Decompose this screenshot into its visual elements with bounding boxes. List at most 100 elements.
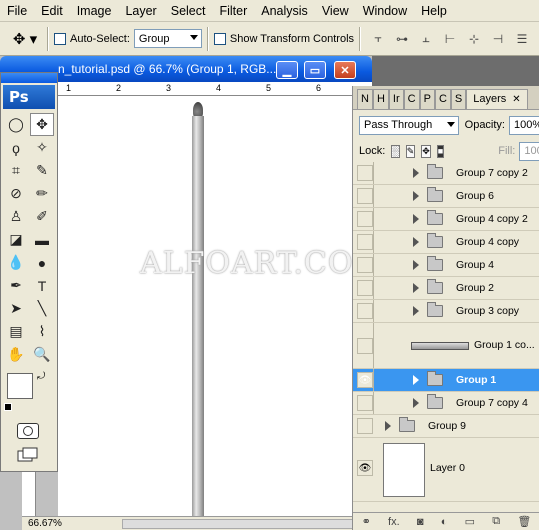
fill-input[interactable]: 100% [519, 141, 539, 161]
layer-row[interactable]: 👁 Layer 0 [353, 438, 539, 502]
move-tool-icon[interactable]: ✥ [30, 113, 54, 136]
visibility-toggle[interactable] [357, 303, 373, 319]
marquee-tool-icon[interactable]: ◯ [4, 113, 28, 136]
eye-icon[interactable]: 👁 [357, 460, 373, 476]
lock-all-icon[interactable]: ■ [436, 144, 445, 158]
menu-image[interactable]: Image [70, 0, 119, 22]
layer-row-selected[interactable]: 👁 Group 1 [353, 369, 539, 392]
show-transform-checkbox[interactable] [213, 32, 226, 45]
opacity-input[interactable]: 100% [509, 115, 539, 135]
pen-tool-icon[interactable]: ✒ [4, 274, 28, 297]
auto-select-checkbox[interactable] [54, 32, 66, 45]
visibility-toggle[interactable] [357, 257, 373, 273]
align-left-icon[interactable]: ⊢ [440, 29, 460, 49]
line-tool-icon[interactable]: ╲ [30, 297, 54, 320]
expand-triangle-icon[interactable] [413, 191, 419, 201]
new-layer-icon[interactable]: ⧉ [492, 515, 500, 528]
layer-row[interactable]: Group 4 copy [353, 231, 539, 254]
layer-row[interactable]: Group 9 [353, 415, 539, 438]
visibility-toggle[interactable] [357, 165, 373, 181]
type-tool-icon[interactable]: T [30, 274, 54, 297]
layer-row[interactable]: Group 4 [353, 254, 539, 277]
zoom-level[interactable]: 66.67% [28, 518, 62, 529]
align-hcenter-icon[interactable]: ⊹ [464, 29, 484, 49]
maximize-button[interactable]: ▭ [304, 61, 326, 79]
layer-row[interactable]: Group 7 copy 4 [353, 392, 539, 415]
lasso-tool-icon[interactable]: ϙ [4, 136, 28, 159]
tab-color[interactable]: C [403, 89, 420, 109]
visibility-toggle[interactable] [357, 188, 373, 204]
align-top-icon[interactable]: ⫟ [368, 29, 388, 49]
align-right-icon[interactable]: ⊣ [488, 29, 508, 49]
quick-mask-icon[interactable] [17, 423, 39, 439]
layer-row[interactable]: Group 4 copy 2 [353, 208, 539, 231]
tab-histogram[interactable]: H [372, 89, 389, 109]
tab-info[interactable]: Ir [388, 89, 404, 109]
menu-analysis[interactable]: Analysis [254, 0, 315, 22]
history-brush-icon[interactable]: ✐ [30, 205, 54, 228]
expand-triangle-icon[interactable] [413, 237, 419, 247]
eyedropper-icon[interactable]: ⌇ [30, 320, 54, 343]
clone-stamp-icon[interactable]: ♙ [4, 205, 28, 228]
move-tool-preset-icon[interactable]: ✥ ▾ [8, 26, 42, 52]
lock-transparent-icon[interactable]: ░ [391, 144, 400, 158]
adjustment-layer-icon[interactable]: ◐ [441, 516, 448, 528]
blur-tool-icon[interactable]: 💧 [4, 251, 28, 274]
blend-mode-dropdown[interactable]: Pass Through [359, 115, 459, 135]
toolbox-header[interactable] [1, 73, 57, 83]
menu-file[interactable]: File [0, 0, 34, 22]
swap-colors-icon[interactable]: ⤾ [37, 371, 45, 382]
gradient-tool-icon[interactable]: ▬ [30, 228, 54, 251]
link-layers-icon[interactable]: ⚭ [362, 515, 371, 528]
expand-triangle-icon[interactable] [413, 260, 419, 270]
magic-wand-icon[interactable]: ✧ [30, 136, 54, 159]
align-vcenter-icon[interactable]: ⊶ [392, 29, 412, 49]
visibility-toggle[interactable] [357, 395, 373, 411]
trash-icon[interactable]: 🗑 [517, 515, 531, 528]
notes-tool-icon[interactable]: ▤ [4, 320, 28, 343]
expand-triangle-icon[interactable] [413, 375, 419, 385]
layer-row[interactable]: Group 7 copy 2 [353, 162, 539, 185]
crop-tool-icon[interactable]: ⌗ [4, 159, 28, 182]
align-bottom-icon[interactable]: ⫠ [416, 29, 436, 49]
menu-filter[interactable]: Filter [212, 0, 254, 22]
menu-edit[interactable]: Edit [34, 0, 70, 22]
healing-brush-icon[interactable]: ⊘ [4, 182, 28, 205]
auto-select-dropdown[interactable]: Group [133, 29, 202, 48]
visibility-toggle[interactable] [357, 280, 373, 296]
dodge-tool-icon[interactable]: ● [30, 251, 54, 274]
path-select-icon[interactable]: ➤ [4, 297, 28, 320]
lock-move-icon[interactable]: ✥ [421, 144, 431, 158]
menu-window[interactable]: Window [356, 0, 414, 22]
screen-mode-icon[interactable] [17, 447, 39, 463]
tab-channels[interactable]: C [434, 89, 451, 109]
distribute-icon[interactable]: ☰ [512, 29, 532, 49]
new-group-icon[interactable]: ▭ [465, 515, 475, 528]
menu-help[interactable]: Help [414, 0, 454, 22]
menu-layer[interactable]: Layer [118, 0, 163, 22]
visibility-toggle[interactable] [357, 418, 373, 434]
expand-triangle-icon[interactable] [413, 398, 419, 408]
zoom-tool-icon[interactable]: 🔍 [30, 343, 54, 366]
close-button[interactable]: ✕ [334, 61, 356, 79]
tab-paths[interactable]: P [419, 89, 435, 109]
visibility-toggle[interactable] [357, 234, 373, 250]
visibility-toggle[interactable] [357, 338, 373, 354]
menu-view[interactable]: View [315, 0, 356, 22]
close-icon[interactable]: ✕ [512, 94, 520, 105]
tab-styles[interactable]: S [450, 89, 467, 109]
canvas[interactable]: ALFOART.COM [58, 96, 384, 516]
layer-row[interactable]: Group 6 [353, 185, 539, 208]
eraser-tool-icon[interactable]: ◪ [4, 228, 28, 251]
horizontal-scrollbar[interactable] [122, 519, 372, 529]
minimize-button[interactable]: ▁ [276, 61, 298, 79]
layer-row[interactable]: Group 2 [353, 277, 539, 300]
tab-navigator[interactable]: N [357, 89, 373, 109]
hand-tool-icon[interactable]: ✋ [4, 343, 28, 366]
visibility-toggle[interactable] [357, 211, 373, 227]
brush-tool-icon[interactable]: ✏ [30, 182, 54, 205]
expand-triangle-icon[interactable] [413, 168, 419, 178]
layer-row[interactable]: Group 1 co... [353, 323, 539, 369]
tab-layers[interactable]: Layers ✕ [466, 89, 528, 109]
lock-paint-icon[interactable]: ✎ [405, 144, 416, 158]
